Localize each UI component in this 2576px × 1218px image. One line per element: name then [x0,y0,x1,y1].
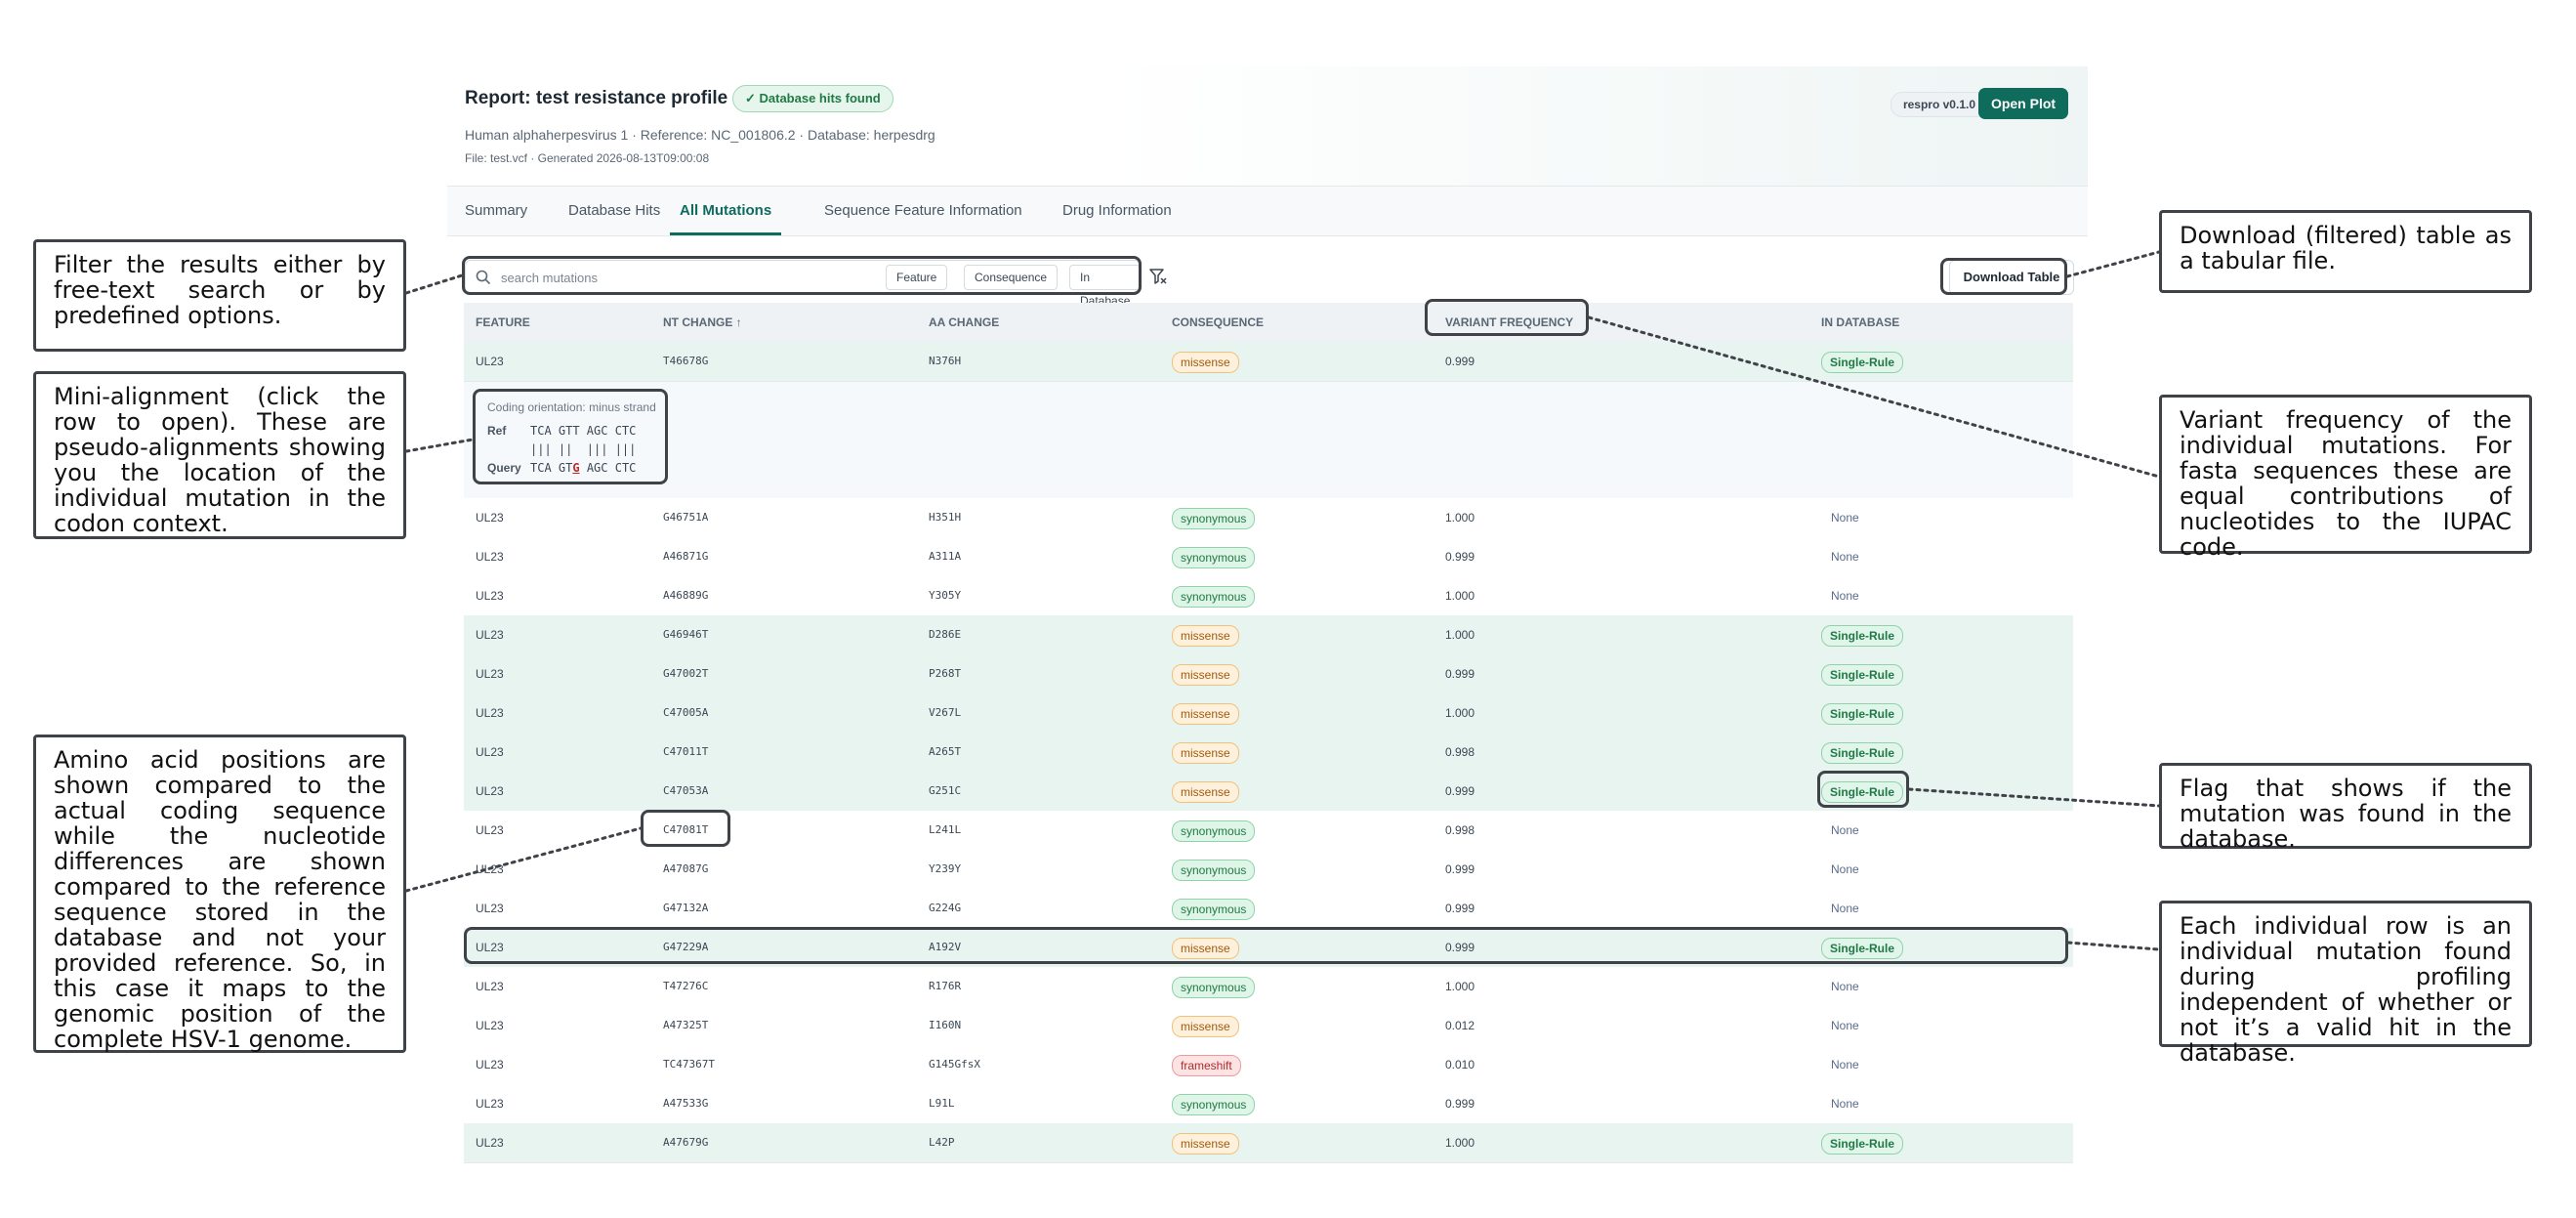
callout-connectors [404,250,2161,951]
